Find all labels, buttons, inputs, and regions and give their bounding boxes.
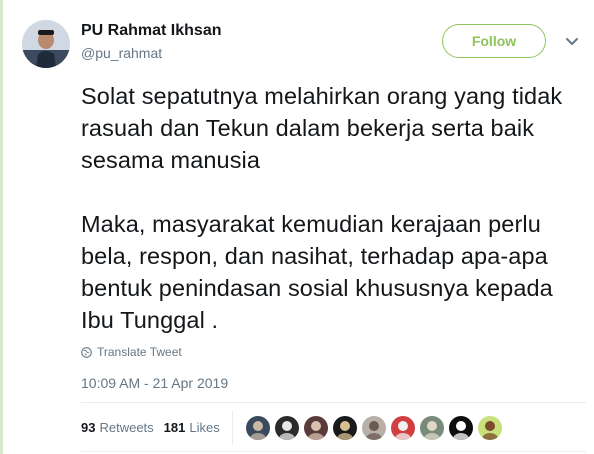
stats-separator	[232, 410, 233, 444]
liker-avatar[interactable]	[391, 416, 415, 440]
liker-avatar[interactable]	[304, 416, 328, 440]
liker-avatar[interactable]	[449, 416, 473, 440]
user-handle[interactable]: @pu_rahmat	[81, 45, 162, 61]
globe-icon	[81, 346, 92, 358]
retweets-stat[interactable]: 93 Retweets	[81, 420, 154, 435]
avatar[interactable]	[22, 20, 70, 68]
liker-avatars	[246, 416, 507, 440]
tweet-text: Solat sepatutnya melahirkan orang yang t…	[81, 83, 563, 333]
likes-stat[interactable]: 181 Likes	[164, 420, 220, 435]
liker-avatar[interactable]	[478, 416, 502, 440]
liker-avatar[interactable]	[246, 416, 270, 440]
avatar-image	[22, 20, 70, 68]
divider	[81, 402, 586, 403]
likes-label: Likes	[189, 420, 220, 435]
likes-count: 181	[163, 420, 186, 435]
translate-label: Translate Tweet	[97, 345, 182, 359]
retweets-label: Retweets	[99, 420, 154, 435]
retweets-count: 93	[81, 420, 96, 435]
liker-avatar[interactable]	[333, 416, 357, 440]
tweet-timestamp[interactable]: 10:09 AM - 21 Apr 2019	[81, 375, 228, 391]
liker-avatar[interactable]	[362, 416, 386, 440]
thread-line	[0, 0, 3, 454]
tweet-stats: 93 Retweets 181 Likes	[81, 420, 230, 435]
chevron-down-icon[interactable]	[564, 34, 580, 50]
liker-avatar[interactable]	[420, 416, 444, 440]
follow-button[interactable]: Follow	[442, 24, 546, 58]
divider	[81, 451, 586, 452]
liker-avatar[interactable]	[275, 416, 299, 440]
translate-tweet-link[interactable]: Translate Tweet	[81, 345, 182, 359]
display-name[interactable]: PU Rahmat Ikhsan	[81, 22, 221, 40]
